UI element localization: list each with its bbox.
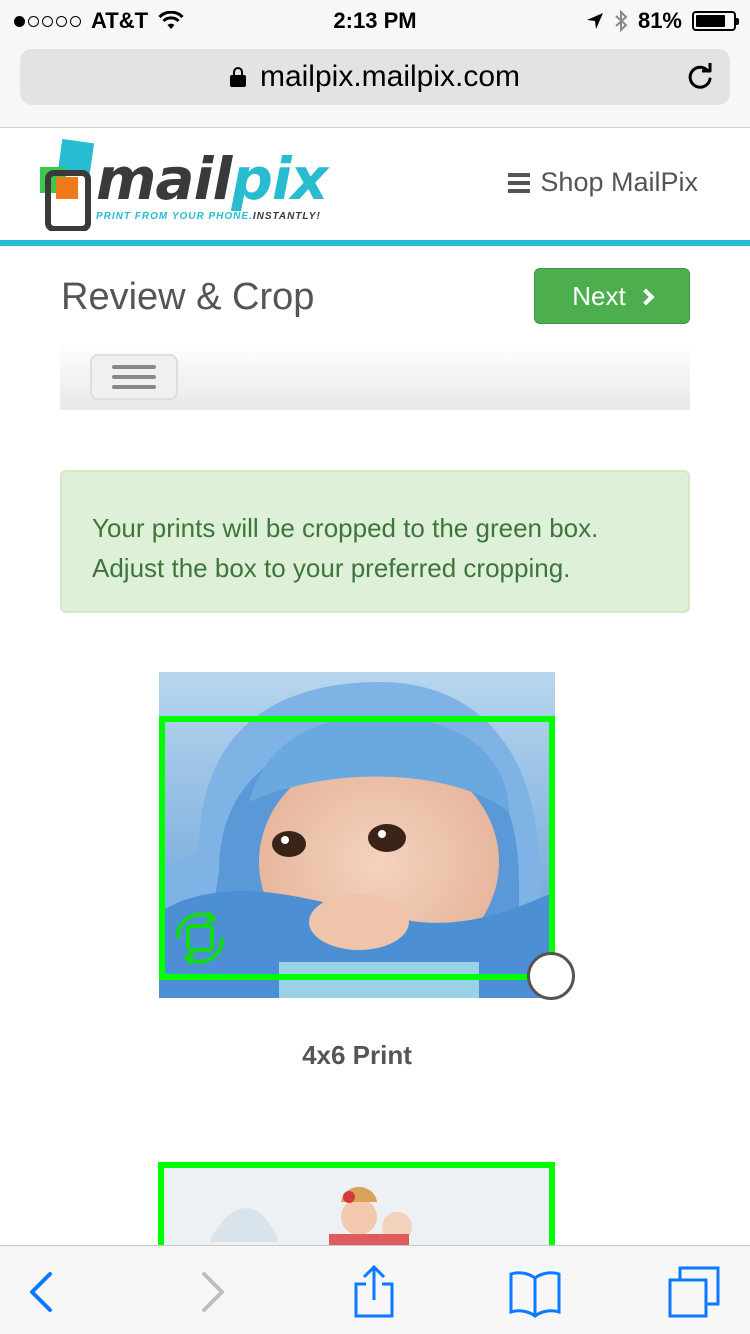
browser-address-area: mailpix.mailpix.com <box>0 40 750 128</box>
next-label: Next <box>572 280 626 311</box>
crop-navbar <box>60 342 690 410</box>
lock-icon <box>229 67 246 87</box>
address-bar[interactable]: mailpix.mailpix.com <box>20 49 730 105</box>
header-divider <box>0 240 750 246</box>
shop-menu-label: Shop MailPix <box>540 167 698 197</box>
rotate-crop-icon[interactable] <box>168 906 232 970</box>
shop-mailpix-menu[interactable]: Shop MailPix <box>508 167 698 198</box>
status-right: 81% <box>586 8 739 34</box>
tabs-icon[interactable] <box>666 1264 722 1320</box>
alert-line-1: Your prints will be cropped to the green… <box>92 513 599 543</box>
page-title: Review & Crop <box>61 276 315 318</box>
location-arrow-icon <box>586 13 603 29</box>
navbar-toggle-button[interactable] <box>90 354 178 400</box>
battery-percent: 81% <box>637 8 682 33</box>
crop-instructions-alert: Your prints will be cropped to the green… <box>60 470 690 613</box>
bluetooth-icon <box>615 10 628 32</box>
bookmarks-icon[interactable] <box>507 1264 563 1320</box>
menu-icon <box>508 172 531 193</box>
alert-line-2: Adjust the box to your preferred croppin… <box>92 553 571 583</box>
reload-icon[interactable] <box>684 61 716 93</box>
site-header: mailpix PRINT FROM YOUR PHONE.INSTANTLY!… <box>0 129 750 240</box>
battery-icon <box>692 11 739 31</box>
forward-icon[interactable] <box>184 1264 240 1320</box>
safari-toolbar <box>0 1245 750 1334</box>
crop-resize-handle[interactable] <box>527 952 575 1000</box>
mailpix-logo[interactable]: mailpix PRINT FROM YOUR PHONE.INSTANTLY! <box>38 139 328 231</box>
status-bar: AT&T 2:13 PM 81% <box>0 0 750 40</box>
print-size-label: 4x6 Print <box>302 1040 412 1070</box>
next-button[interactable]: Next <box>534 268 690 324</box>
logo-phone-icon <box>40 139 95 231</box>
share-icon[interactable] <box>346 1264 402 1320</box>
chevron-right-icon <box>637 288 655 305</box>
back-icon[interactable] <box>14 1264 70 1320</box>
url-text: mailpix.mailpix.com <box>259 60 521 93</box>
